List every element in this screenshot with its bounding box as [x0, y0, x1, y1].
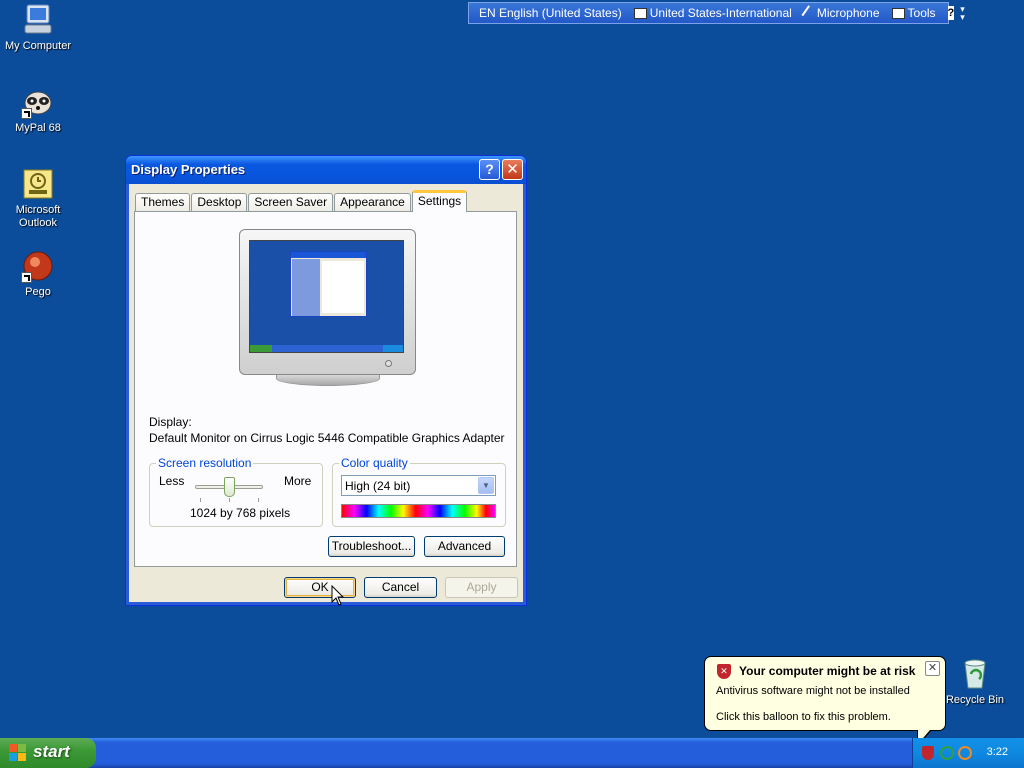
balloon-close-icon[interactable]: ✕ — [925, 661, 940, 676]
troubleshoot-button[interactable]: Troubleshoot... — [328, 536, 415, 557]
tab-desktop[interactable]: Desktop — [191, 193, 248, 212]
security-center-icon[interactable] — [922, 746, 934, 760]
preview-start-button — [250, 345, 272, 352]
monitor-screen-preview — [249, 240, 404, 353]
keyboard-layout-label: United States-International — [649, 6, 792, 20]
mypal-raccoon-icon — [21, 85, 55, 119]
keyboard-layout-selector[interactable]: United States-International — [628, 3, 798, 23]
tab-settings[interactable]: Settings — [411, 190, 468, 212]
windows-logo-icon — [9, 744, 27, 762]
resolution-value: 1024 by 768 pixels — [190, 506, 291, 520]
slider-tick — [258, 498, 259, 502]
tools-label: Tools — [907, 6, 936, 20]
monitor-preview — [239, 229, 416, 386]
desktop-icon-outlook[interactable]: Microsoft Outlook — [0, 167, 76, 230]
balloon-action-text: Click this balloon to fix this problem. — [716, 711, 891, 723]
color-quality-selected: High (24 bit) — [345, 479, 411, 493]
shortcut-arrow-icon — [21, 272, 32, 283]
color-quality-group: Color quality High (24 bit) ▼ — [332, 456, 506, 527]
my-computer-icon — [21, 3, 55, 37]
desktop-icon-label: MyPal 68 — [15, 122, 61, 134]
display-value: Default Monitor on Cirrus Logic 5446 Com… — [149, 431, 505, 445]
slider-tick — [200, 498, 201, 502]
pego-icon — [21, 249, 55, 283]
outlook-icon — [21, 167, 55, 201]
search-icon[interactable] — [958, 746, 972, 760]
network-icon[interactable] — [940, 746, 954, 760]
language-bar-options-icon[interactable]: ▾ ▾ — [960, 5, 965, 22]
tools-button[interactable]: Tools — [886, 3, 942, 23]
desktop-icon-label: Recycle Bin — [945, 694, 1005, 706]
display-label: Display: — [149, 415, 192, 429]
shortcut-arrow-icon — [21, 108, 32, 119]
color-quality-legend: Color quality — [339, 456, 410, 470]
display-properties-window: Display Properties ? ✕ Themes Desktop Sc… — [125, 155, 527, 606]
clock[interactable]: 3:22 — [987, 746, 1008, 758]
recycle-bin-icon — [958, 657, 992, 691]
slider-less-label: Less — [159, 474, 185, 488]
tab-screen-saver[interactable]: Screen Saver — [248, 193, 334, 212]
desktop-icon-mypal[interactable]: MyPal 68 — [0, 85, 76, 135]
preview-tray — [383, 345, 403, 352]
language-selector[interactable]: EN English (United States) — [473, 3, 628, 23]
start-label: start — [33, 742, 70, 761]
advanced-button[interactable]: Advanced — [424, 536, 505, 557]
chevron-down-icon[interactable]: ▼ — [478, 477, 494, 494]
power-button-icon — [385, 360, 392, 367]
system-tray: 3:22 — [912, 738, 1024, 768]
cancel-button[interactable]: Cancel — [364, 577, 437, 598]
security-alert-balloon[interactable]: ✕ Your computer might be at risk ✕ Antiv… — [704, 656, 946, 747]
slider-more-label: More — [284, 474, 312, 488]
microphone-icon — [801, 5, 817, 21]
keyboard-icon — [633, 7, 647, 19]
tab-appearance[interactable]: Appearance — [334, 193, 411, 212]
screen-resolution-group: Screen resolution Less More 1024 by 768 … — [149, 456, 323, 527]
desktop-icon-pego[interactable]: Pego — [0, 249, 76, 299]
window-title: Display Properties — [131, 162, 246, 177]
microphone-button[interactable]: Microphone — [798, 3, 886, 23]
desktop-icon-label: Microsoft Outlook — [15, 204, 61, 229]
tab-themes[interactable]: Themes — [135, 193, 191, 212]
ok-button[interactable]: OK — [284, 577, 356, 598]
language-label: EN English (United States) — [479, 6, 622, 20]
language-bar-help-icon[interactable]: ? — [947, 6, 955, 20]
help-button[interactable]: ? — [479, 159, 500, 180]
resolution-slider-thumb[interactable] — [223, 477, 235, 497]
color-spectrum-bar — [341, 504, 496, 518]
preview-window — [290, 251, 367, 317]
desktop-icon-label: My Computer — [4, 40, 72, 52]
balloon-title: Your computer might be at risk — [739, 664, 916, 678]
taskbar: start 3:22 — [0, 738, 1024, 768]
close-button[interactable]: ✕ — [502, 159, 523, 180]
balloon-message: Antivirus software might not be installe… — [716, 685, 910, 697]
slider-tick — [229, 498, 230, 502]
desktop-icon-recycle-bin[interactable]: Recycle Bin — [937, 657, 1013, 707]
desktop-icon-my-computer[interactable]: My Computer — [0, 3, 76, 53]
color-quality-select[interactable]: High (24 bit) ▼ — [341, 475, 496, 496]
microphone-label: Microphone — [816, 6, 880, 20]
preview-taskbar — [250, 345, 403, 352]
start-button[interactable]: start — [0, 738, 96, 768]
settings-panel: Display: Default Monitor on Cirrus Logic… — [134, 211, 517, 567]
tab-strip: Themes Desktop Screen Saver Appearance S… — [135, 190, 468, 212]
tools-icon — [891, 7, 905, 19]
security-shield-icon: ✕ — [717, 664, 731, 679]
language-bar[interactable]: EN English (United States) United States… — [468, 2, 965, 24]
screen-resolution-legend: Screen resolution — [156, 456, 254, 470]
apply-button[interactable]: Apply — [445, 577, 518, 598]
mouse-pointer-icon — [331, 584, 345, 607]
title-bar[interactable]: Display Properties ? ✕ — [126, 156, 526, 184]
desktop-icon-label: Pego — [25, 286, 51, 298]
